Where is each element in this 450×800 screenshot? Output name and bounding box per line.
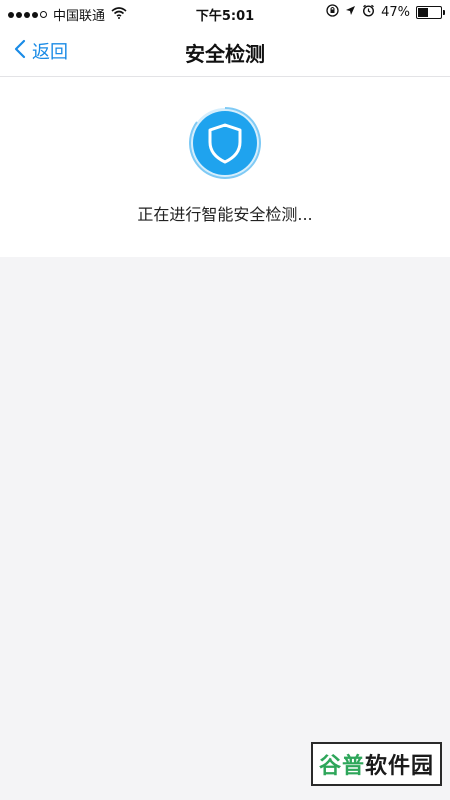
status-right: 47% xyxy=(326,4,445,21)
rotation-lock-icon xyxy=(326,4,339,21)
alarm-clock-icon xyxy=(362,4,375,21)
detection-status-text: 正在进行智能安全检测... xyxy=(137,205,313,224)
location-arrow-icon xyxy=(345,5,356,20)
navigation-bar: 返回 安全检测 xyxy=(0,26,450,77)
security-check-card: 正在进行智能安全检测... xyxy=(0,77,450,257)
page-title: 安全检测 xyxy=(185,42,265,66)
battery-level-fill xyxy=(418,8,429,17)
status-bar: 中国联通 下午5:01 47% xyxy=(0,0,450,26)
scanning-shield-icon xyxy=(189,107,261,179)
battery-percent: 47% xyxy=(381,5,410,20)
battery-icon xyxy=(416,6,445,19)
watermark-logo: 谷普软件园 xyxy=(310,742,442,786)
